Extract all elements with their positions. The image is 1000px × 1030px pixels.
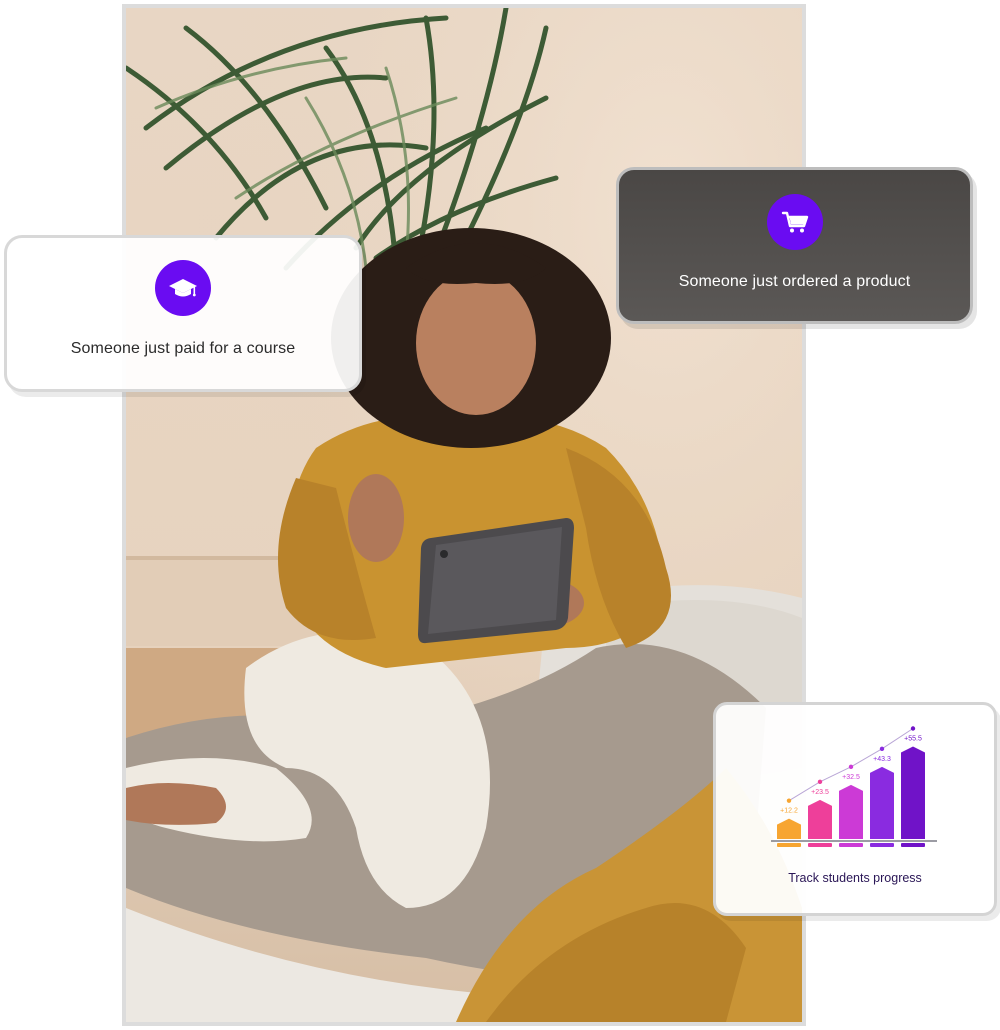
chart-category-tag [839,843,863,847]
chart-trend-point [910,726,916,731]
progress-chart-card: +12.2 +23.5 +32.5 +43.3 +55.5 Track students… [713,702,997,916]
chart-trend-point [879,746,885,752]
chart-bar [839,784,863,839]
progress-chart: +12.2 +23.5 +32.5 +43.3 +55.5 [771,726,937,847]
product-order-text: Someone just ordered a product [678,273,911,290]
chart-data-label: +55.5 [904,736,922,743]
chart-bar [870,766,894,839]
chart-bar [808,799,832,839]
chart-data-label: +23.5 [811,789,829,796]
product-order-card: Someone just ordered a product [616,167,973,324]
course-payment-card: Someone just paid for a course [4,235,362,392]
chart-trend-point [817,779,823,785]
chart-data-label: +43.3 [873,756,891,763]
chart-category-tag [870,843,894,847]
chart-category-tag [808,843,832,847]
chart-category-tag [777,843,801,847]
chart-data-label: +32.5 [842,774,860,781]
hero-photo [122,4,806,1026]
graduation-cap-icon [155,260,211,316]
chart-title: Track students progress [788,871,922,885]
chart-data-label: +12.2 [780,808,798,815]
chart-bar [777,818,801,839]
chart-trend-point [786,798,792,803]
chart-bar [901,746,925,839]
chart-trend-point [848,764,854,770]
chart-category-tag [901,843,925,847]
course-payment-text: Someone just paid for a course [70,340,296,357]
shopping-cart-icon [766,194,823,250]
